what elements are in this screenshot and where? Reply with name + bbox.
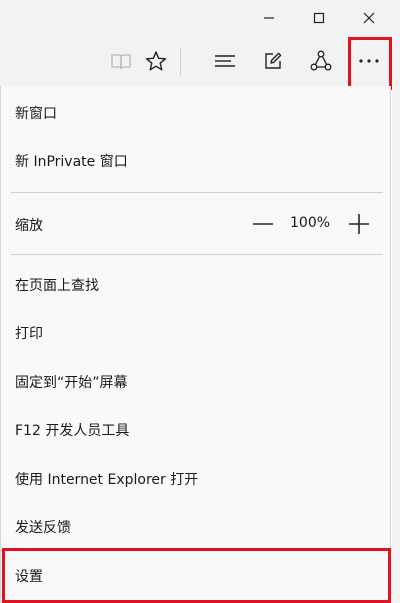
favorites-star-icon [145,51,167,71]
zoom-out-button[interactable] [249,209,277,239]
menu-item-print[interactable]: 打印 [1,310,392,356]
zoom-in-button[interactable] [344,209,374,239]
web-note-icon [265,52,282,69]
toolbar-separator [180,48,181,76]
more-actions-highlight-box [348,37,392,90]
maximize-icon [313,12,325,24]
share-button[interactable] [300,40,342,82]
menu-item-find-on-page[interactable]: 在页面上查找 [1,262,392,308]
browser-toolbar [0,36,400,86]
web-note-button[interactable] [252,40,294,82]
menu-item-label: F12 开发人员工具 [15,423,130,439]
reading-view-icon [111,54,131,70]
close-icon [363,12,375,24]
minimize-icon [264,17,274,19]
minimize-button[interactable] [246,0,292,36]
menu-item-label: 打印 [15,326,43,342]
zoom-label: 缩放 [15,218,43,234]
share-icon [310,50,332,71]
menu-item-label: 新窗口 [15,106,57,122]
favorites-button[interactable] [135,40,177,82]
maximize-button[interactable] [296,0,342,36]
menu-item-f12-developer-tools[interactable]: F12 开发人员工具 [1,407,392,453]
close-button[interactable] [346,0,392,36]
minus-icon [253,223,273,225]
menu-item-label: 在页面上查找 [15,278,99,294]
menu-item-send-feedback[interactable]: 发送反馈 [1,504,392,550]
menu-divider [11,192,383,193]
plus-icon [349,214,369,234]
more-actions-menu: 新窗口 新 InPrivate 窗口 缩放 100% 在页面上查找 打印 固定到… [0,86,391,603]
page-edge [392,86,400,603]
menu-item-new-inprivate-window[interactable]: 新 InPrivate 窗口 [1,138,392,184]
menu-item-label: 新 InPrivate 窗口 [15,154,128,170]
title-bar [0,0,400,36]
menu-item-new-window[interactable]: 新窗口 [1,90,392,136]
settings-highlight-box [2,548,391,603]
menu-item-pin-to-start[interactable]: 固定到“开始”屏幕 [1,359,392,405]
hub-button[interactable] [204,40,246,82]
hub-icon [215,55,235,67]
menu-zoom-row: 缩放 100% [1,201,392,247]
menu-item-label: 固定到“开始”屏幕 [15,375,128,391]
menu-divider [11,254,383,255]
zoom-value: 100% [290,215,331,231]
menu-item-label: 发送反馈 [15,520,71,536]
menu-item-open-with-ie[interactable]: 使用 Internet Explorer 打开 [1,456,392,502]
menu-item-label: 使用 Internet Explorer 打开 [15,472,199,488]
